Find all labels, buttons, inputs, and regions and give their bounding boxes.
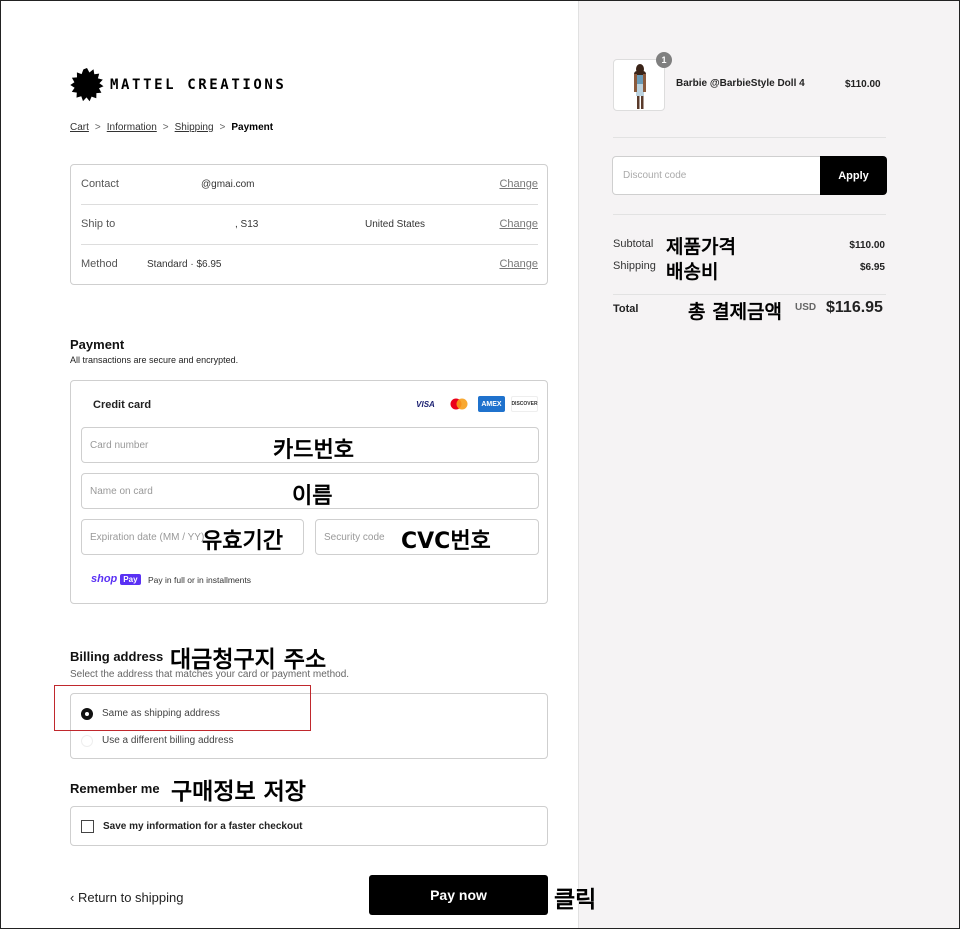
highlight-box [54,685,311,731]
ship-to-value: , S13 [235,219,259,230]
chevron-right-icon: > [219,122,226,133]
billing-subtitle: Select the address that matches your car… [70,669,350,680]
discover-icon: DISCOVER [511,396,538,412]
shop-pay-pill: Pay [120,573,141,585]
mastercard-icon [445,396,472,412]
contact-value: @gmai.com [201,179,255,190]
method-value: Standard · $6.95 [147,259,222,270]
breadcrumb-shipping[interactable]: Shipping [175,122,214,133]
divider [613,214,886,215]
annotation-cvc: CVC번호 [401,529,491,554]
breadcrumb-payment: Payment [231,122,274,133]
apply-button[interactable]: Apply [820,156,887,195]
ship-to-label: Ship to [81,218,116,230]
doll-image-icon [634,64,646,109]
annotation-card-number: 카드번호 [273,438,354,463]
remember-box: Save my information for a faster checkou… [70,806,548,846]
credit-card-box: Credit card VISA AMEX DISCOVER 카드번호 이름 유… [70,380,548,604]
annotation-remember: 구매정보 저장 [171,779,306,805]
annotation-subtotal: 제품가격 [666,236,736,258]
payment-subtitle: All transactions are secure and encrypte… [70,355,239,365]
total-value: $116.95 [826,299,883,316]
chevron-left-icon: ‹ [70,890,75,905]
installments-text: Pay in full or in installments [148,575,251,585]
save-info-label[interactable]: Save my information for a faster checkou… [103,821,303,832]
contact-label: Contact [81,178,119,190]
different-address-radio[interactable] [81,735,93,747]
annotation-name: 이름 [292,484,333,509]
credit-card-label: Credit card [93,399,152,411]
annotation-total: 총 결제금액 [688,301,783,323]
annotation-shipping: 배송비 [666,261,719,283]
shop-pay-word: shop [91,573,118,585]
remember-title: Remember me [70,781,160,796]
shop-pay-logo: shop Pay [91,573,141,585]
change-ship-to-link[interactable]: Change [499,218,538,230]
chevron-right-icon: > [94,122,101,133]
divider [613,294,886,295]
discount-input[interactable] [613,157,821,194]
return-label: Return to shipping [77,890,184,905]
amex-icon: AMEX [478,396,505,412]
product-thumbnail [613,59,665,111]
mattel-logo-icon[interactable] [70,68,104,102]
review-info-box: Contact @gmai.com Change Ship to , S13 U… [70,164,548,285]
pay-now-button[interactable]: Pay now [369,875,548,915]
method-label: Method [81,258,118,270]
currency-code: USD [795,302,817,313]
breadcrumb-information[interactable]: Information [107,122,157,133]
product-price: $110.00 [845,79,881,90]
ship-to-row: Ship to , S13 United States Change [81,205,538,245]
ship-to-country: United States [365,219,426,230]
annotation-click: 클릭 [554,887,597,913]
method-row: Method Standard · $6.95 Change [81,245,538,285]
visa-icon: VISA [412,396,439,412]
brand-name: MATTEL CREATIONS [110,77,287,93]
shipping-label: Shipping [613,260,656,272]
return-to-shipping-link[interactable]: ‹ Return to shipping [70,890,183,905]
product-name: Barbie @BarbieStyle Doll 4 [676,78,805,89]
order-summary-panel [578,1,959,928]
discount-field[interactable] [612,156,822,195]
save-info-checkbox[interactable] [81,820,94,833]
breadcrumb: Cart > Information > Shipping > Payment [70,122,273,133]
breadcrumb-cart[interactable]: Cart [70,122,89,133]
subtotal-label: Subtotal [613,238,654,250]
shipping-value: $6.95 [859,262,885,273]
contact-row: Contact @gmai.com Change [81,165,538,205]
divider [613,137,886,138]
chevron-right-icon: > [162,122,169,133]
payment-title: Payment [70,337,125,352]
total-label: Total [613,303,639,315]
quantity-badge: 1 [656,52,672,68]
subtotal-value: $110.00 [849,240,885,251]
different-address-label[interactable]: Use a different billing address [102,735,234,746]
annotation-expiry: 유효기간 [202,529,283,554]
change-contact-link[interactable]: Change [499,178,538,190]
billing-title: Billing address [70,649,164,664]
card-brands: VISA AMEX DISCOVER [412,396,538,412]
change-method-link[interactable]: Change [499,258,538,270]
